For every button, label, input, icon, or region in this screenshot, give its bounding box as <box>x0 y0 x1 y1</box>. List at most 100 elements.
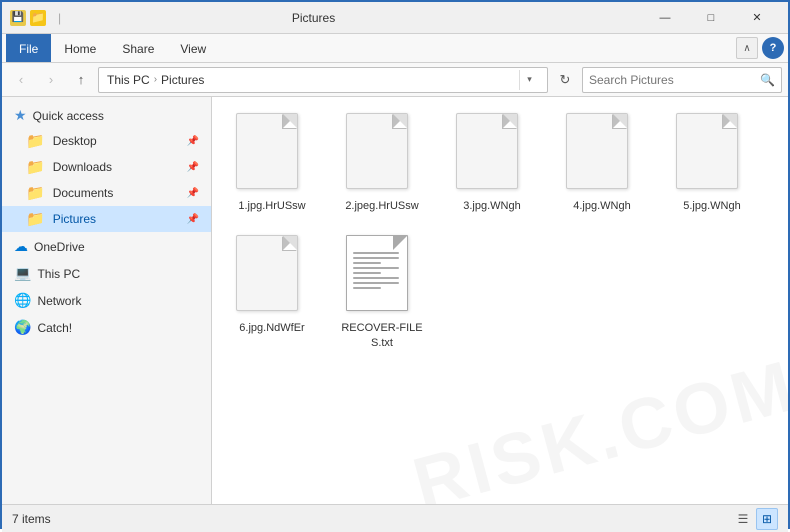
thispc-label: This PC <box>37 267 80 281</box>
title-bar: 💾 📁 | Pictures — □ ✕ <box>2 2 788 34</box>
file-fold-2 <box>393 114 407 128</box>
file-icon-2 <box>346 113 418 193</box>
onedrive-icon: ☁ <box>14 238 28 255</box>
file-name-4: 4.jpg.WNgh <box>573 199 630 213</box>
thispc-section: 💻 This PC <box>2 261 211 286</box>
close-button[interactable]: ✕ <box>734 2 780 34</box>
desktop-pin-icon: 📌 <box>187 136 199 147</box>
content-area: 1.jpg.HrUSsw 2.jpeg.HrUSsw 3.jpg.W <box>212 97 788 366</box>
quick-access-label: Quick access <box>33 109 104 123</box>
file-page-5 <box>676 113 738 189</box>
file-icon-5 <box>676 113 748 193</box>
txt-line <box>353 252 399 254</box>
txt-line <box>353 277 399 279</box>
file-page-2 <box>346 113 408 189</box>
txt-fold-7 <box>393 236 407 250</box>
txt-line <box>353 282 399 284</box>
catch-icon: 🌍 <box>14 319 31 336</box>
forward-button[interactable]: › <box>38 67 64 93</box>
back-button[interactable]: ‹ <box>8 67 34 93</box>
ribbon-expand-area: ∧ ? <box>736 37 784 59</box>
network-label: Network <box>37 294 81 308</box>
quick-access-section: ★ Quick access 📁 Desktop 📌 📁 Downloads 📌… <box>2 103 211 232</box>
minimize-button[interactable]: — <box>642 2 688 34</box>
list-item[interactable]: 6.jpg.NdWfEr <box>222 229 322 356</box>
catch-label: Catch! <box>37 321 72 335</box>
content-wrapper: 1.jpg.HrUSsw 2.jpeg.HrUSsw 3.jpg.W <box>212 97 788 504</box>
downloads-label: Downloads <box>53 160 112 174</box>
sidebar: ★ Quick access 📁 Desktop 📌 📁 Downloads 📌… <box>2 97 212 504</box>
file-name-1: 1.jpg.HrUSsw <box>238 199 305 213</box>
txt-line <box>353 257 399 259</box>
ribbon: File Home Share View ∧ ? <box>2 34 788 63</box>
folder-icon: 📁 <box>30 10 46 26</box>
thispc-header[interactable]: 💻 This PC <box>2 261 211 286</box>
help-button[interactable]: ? <box>762 37 784 59</box>
txt-file-page-7 <box>346 235 408 311</box>
tab-home[interactable]: Home <box>51 34 109 62</box>
txt-line <box>353 287 381 289</box>
list-item[interactable]: 1.jpg.HrUSsw <box>222 107 322 219</box>
status-bar: 7 items ☰ ⊞ <box>2 504 788 532</box>
path-thispc: This PC <box>107 73 150 87</box>
file-fold-6 <box>283 236 297 250</box>
search-box: 🔍 <box>582 67 782 93</box>
list-item[interactable]: RECOVER-FILES.txt <box>332 229 432 356</box>
txt-line <box>353 267 399 269</box>
maximize-button[interactable]: □ <box>688 2 734 34</box>
search-input[interactable] <box>589 73 756 87</box>
catch-header[interactable]: 🌍 Catch! <box>2 315 211 340</box>
sidebar-item-pictures[interactable]: 📁 Pictures 📌 <box>2 206 211 232</box>
ribbon-collapse-button[interactable]: ∧ <box>736 37 758 59</box>
documents-pin-icon: 📌 <box>187 188 199 199</box>
catch-section: 🌍 Catch! <box>2 315 211 340</box>
sidebar-item-downloads[interactable]: 📁 Downloads 📌 <box>2 154 211 180</box>
path-arrow-1: › <box>154 74 157 85</box>
onedrive-header[interactable]: ☁ OneDrive <box>2 234 211 259</box>
address-path[interactable]: This PC › Pictures ▾ <box>98 67 548 93</box>
sidebar-item-desktop[interactable]: 📁 Desktop 📌 <box>2 128 211 154</box>
list-item[interactable]: 2.jpeg.HrUSsw <box>332 107 432 219</box>
grid-view-button[interactable]: ⊞ <box>756 508 778 530</box>
txt-line <box>353 262 381 264</box>
list-view-button[interactable]: ☰ <box>732 508 754 530</box>
watermark: RISK.COM <box>422 394 788 476</box>
tab-file[interactable]: File <box>6 34 51 62</box>
watermark-text: RISK.COM <box>405 345 788 504</box>
pictures-pin-icon: 📌 <box>187 214 199 225</box>
tab-view[interactable]: View <box>167 34 219 62</box>
downloads-folder-icon: 📁 <box>26 158 45 176</box>
downloads-pin-icon: 📌 <box>187 162 199 173</box>
list-item[interactable]: 4.jpg.WNgh <box>552 107 652 219</box>
star-icon: ★ <box>14 107 27 124</box>
tab-share[interactable]: Share <box>109 34 167 62</box>
up-button[interactable]: ↑ <box>68 67 94 93</box>
window-title: Pictures <box>65 11 562 25</box>
file-name-2: 2.jpeg.HrUSsw <box>345 199 418 213</box>
file-page-4 <box>566 113 628 189</box>
file-page-3 <box>456 113 518 189</box>
item-count: 7 items <box>12 512 51 526</box>
main-area: ★ Quick access 📁 Desktop 📌 📁 Downloads 📌… <box>2 97 788 504</box>
view-controls: ☰ ⊞ <box>732 508 778 530</box>
refresh-button[interactable]: ↻ <box>552 67 578 93</box>
quick-access-header[interactable]: ★ Quick access <box>2 103 211 128</box>
path-pictures: Pictures <box>161 73 204 87</box>
file-fold-1 <box>283 114 297 128</box>
address-bar: ‹ › ↑ This PC › Pictures ▾ ↻ 🔍 <box>2 63 788 97</box>
list-item[interactable]: 5.jpg.WNgh <box>662 107 762 219</box>
path-dropdown-button[interactable]: ▾ <box>519 70 539 90</box>
file-page-6 <box>236 235 298 311</box>
documents-folder-icon: 📁 <box>26 184 45 202</box>
list-item[interactable]: 3.jpg.WNgh <box>442 107 542 219</box>
title-bar-icons: 💾 📁 <box>10 10 46 26</box>
network-header[interactable]: 🌐 Network <box>2 288 211 313</box>
sidebar-item-documents[interactable]: 📁 Documents 📌 <box>2 180 211 206</box>
file-name-3: 3.jpg.WNgh <box>463 199 520 213</box>
file-icon-7 <box>346 235 418 315</box>
file-name-7: RECOVER-FILES.txt <box>338 321 426 350</box>
file-icon-6 <box>236 235 308 315</box>
file-fold-4 <box>613 114 627 128</box>
txt-lines-7 <box>353 252 399 289</box>
ribbon-tabs: File Home Share View ∧ ? <box>2 34 788 62</box>
